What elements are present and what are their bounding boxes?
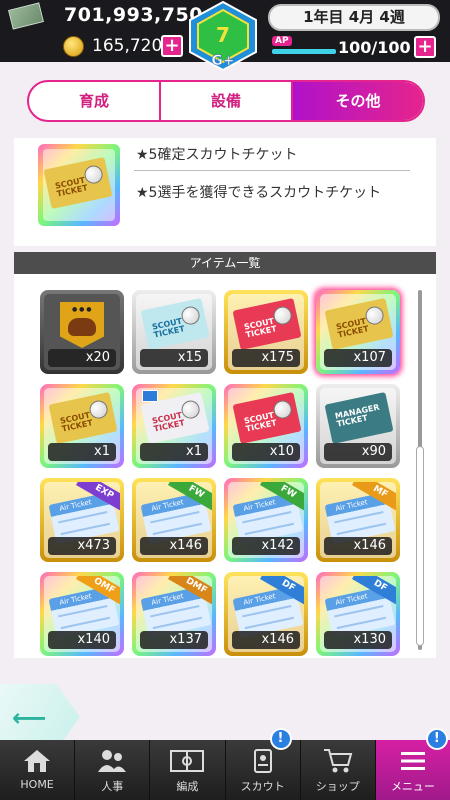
item-count: x90 xyxy=(324,443,392,461)
tab-facilities[interactable]: 設備 xyxy=(161,82,293,120)
item-slot[interactable]: SCOUT TICKET x15 xyxy=(132,290,216,374)
nav-menu[interactable]: ! メニュー xyxy=(375,728,450,800)
selected-item-thumbnail: SCOUT TICKET xyxy=(38,144,120,226)
tab-training[interactable]: 育成 xyxy=(29,82,161,120)
money-value: 701,993,750 xyxy=(64,4,203,26)
date-display: 1年目 4月 4週 xyxy=(268,4,440,31)
scrollbar-thumb[interactable] xyxy=(416,446,424,646)
field-icon xyxy=(150,746,224,776)
divider xyxy=(134,170,410,171)
tab-other[interactable]: その他 xyxy=(293,82,423,120)
scout-ticket-red-icon: SCOUT TICKET xyxy=(232,391,302,445)
item-count: x146 xyxy=(140,537,208,555)
item-count: x1 xyxy=(48,443,116,461)
cart-icon xyxy=(301,746,375,776)
item-description: ★5選手を獲得できるスカウトチケット xyxy=(136,185,382,201)
item-slot[interactable]: Air Ticket MF x146 xyxy=(316,478,400,562)
banknote-icon xyxy=(8,2,44,30)
category-tabs: 育成 設備 その他 xyxy=(27,80,425,122)
ap-bar-fill xyxy=(272,49,336,54)
add-coins-button[interactable]: + xyxy=(161,35,183,57)
item-count: x130 xyxy=(324,631,392,649)
home-icon xyxy=(0,746,74,776)
club-emblem[interactable]: 7 G+ xyxy=(184,0,262,72)
ap-value: 100/100 xyxy=(338,38,411,57)
club-emblem-icon: 7 G+ xyxy=(189,0,257,72)
item-slot[interactable]: Air Ticket DMF x137 xyxy=(132,572,216,656)
item-count: x140 xyxy=(48,631,116,649)
coin-value: 165,720 xyxy=(92,36,163,56)
coin-display: 165,720 + xyxy=(0,32,200,58)
item-count: x15 xyxy=(140,349,208,367)
notification-badge: ! xyxy=(269,728,292,750)
croissant-emblem-icon: ● ● ● xyxy=(60,302,104,348)
item-count: x146 xyxy=(324,537,392,555)
item-count: x473 xyxy=(48,537,116,555)
ap-bar xyxy=(272,49,336,54)
nav-label: スカウト xyxy=(240,780,285,793)
item-count: x175 xyxy=(232,349,300,367)
item-list-header: アイテム一覧 xyxy=(14,252,436,274)
scout-ticket-silver-icon: SCOUT TICKET xyxy=(140,297,210,351)
item-slot[interactable]: Air Ticket OMF x140 xyxy=(40,572,124,656)
item-slot[interactable]: SCOUT TICKET x10 xyxy=(224,384,308,468)
ap-label: AP xyxy=(272,36,292,46)
manager-scout-ticket-icon: MANAGER TICKET xyxy=(324,391,394,445)
scout-icon xyxy=(226,746,300,776)
scout-ticket-red-icon: SCOUT TICKET xyxy=(232,297,302,351)
item-name: ★5確定スカウトチケット xyxy=(136,147,298,163)
nav-label: ショップ xyxy=(315,780,360,793)
item-slot[interactable]: Air Ticket DF x146 xyxy=(224,572,308,656)
item-slot[interactable]: SCOUT TICKET x1 xyxy=(132,384,216,468)
menu-icon xyxy=(376,746,450,776)
ap-display: AP 100/100 + xyxy=(268,34,448,60)
item-count: x142 xyxy=(232,537,300,555)
item-slot[interactable]: SCOUT TICKET x1 xyxy=(40,384,124,468)
scout-ticket-gold-icon: SCOUT TICKET xyxy=(48,391,118,445)
item-count: x107 xyxy=(324,349,392,367)
item-slot[interactable]: Air Ticket EXP x473 xyxy=(40,478,124,562)
scout-badge-icon xyxy=(142,390,158,402)
nav-label: メニュー xyxy=(390,780,435,793)
nav-home[interactable]: HOME xyxy=(0,740,76,800)
item-count: x10 xyxy=(232,443,300,461)
svg-text:G+: G+ xyxy=(211,53,234,69)
scout-ticket-5star-icon: SCOUT TICKET xyxy=(324,297,394,351)
item-count: x1 xyxy=(140,443,208,461)
item-slot[interactable]: SCOUT TICKET x175 xyxy=(224,290,308,374)
item-detail-panel: SCOUT TICKET ★5確定スカウトチケット ★5選手を獲得できるスカウトチ… xyxy=(14,138,436,246)
item-slot-selected[interactable]: SCOUT TICKET x107 xyxy=(316,290,400,374)
svg-text:7: 7 xyxy=(216,23,230,47)
back-arrow-icon: ⟵ xyxy=(12,704,47,732)
nav-staff[interactable]: 人事 xyxy=(75,740,151,800)
nav-shop[interactable]: ショップ xyxy=(301,740,376,800)
item-count: x20 xyxy=(48,349,116,367)
item-slot[interactable]: MANAGER TICKET x90 xyxy=(316,384,400,468)
status-bar: 701,993,750 165,720 + 7 G+ 1年目 4月 4週 AP … xyxy=(0,0,450,72)
item-slot[interactable]: ● ● ● x20 xyxy=(40,290,124,374)
nav-scout[interactable]: ! スカウト xyxy=(226,728,301,800)
nav-formation[interactable]: 編成 xyxy=(150,740,226,800)
bottom-navigation: HOME 人事 編成 ! スカウト ショップ ! メニュー xyxy=(0,728,450,800)
nav-label: 人事 xyxy=(101,780,124,793)
item-slot[interactable]: Air Ticket DF x130 xyxy=(316,572,400,656)
coin-icon xyxy=(63,36,84,57)
nav-label: 編成 xyxy=(176,780,199,793)
nav-label: HOME xyxy=(20,778,54,791)
notification-badge: ! xyxy=(425,728,448,750)
item-slot[interactable]: Air Ticket FW x146 xyxy=(132,478,216,562)
item-count: x146 xyxy=(232,631,300,649)
item-count: x137 xyxy=(140,631,208,649)
item-grid[interactable]: ● ● ● x20 SCOUT TICKET x15 SCOUT TICKET x1… xyxy=(14,274,436,658)
scout-ticket-5star-icon: SCOUT TICKET xyxy=(43,156,113,210)
add-ap-button[interactable]: + xyxy=(414,36,436,58)
money-display: 701,993,750 xyxy=(0,2,203,30)
people-icon xyxy=(75,746,149,776)
item-slot[interactable]: Air Ticket FW x142 xyxy=(224,478,308,562)
